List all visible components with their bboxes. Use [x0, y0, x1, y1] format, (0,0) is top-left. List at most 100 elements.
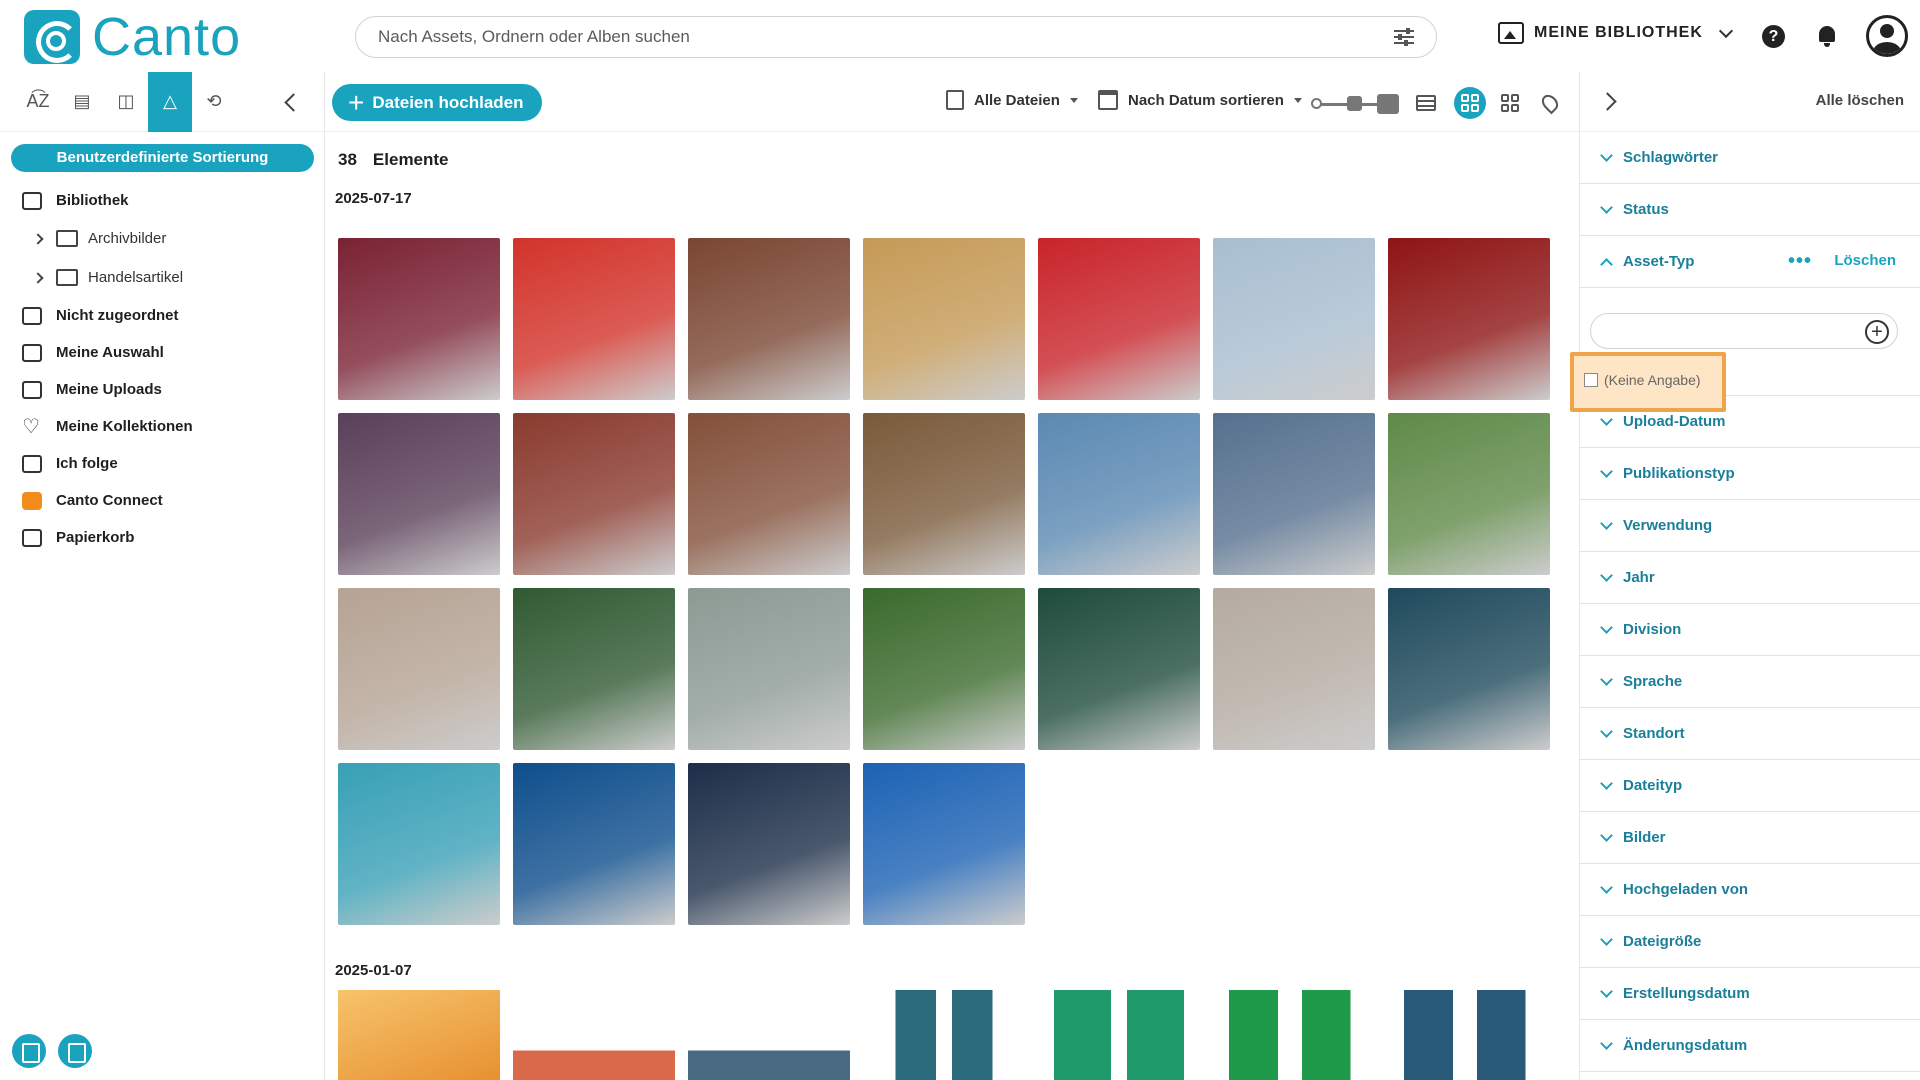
asset-thumbnail[interactable] [863, 413, 1025, 575]
filter-item[interactable]: Bilder [1580, 812, 1920, 864]
grid-view-icon[interactable] [1454, 87, 1486, 119]
filter-item[interactable]: Verwendung [1580, 500, 1920, 552]
library-tree-icon [22, 191, 42, 210]
tab-sync-icon[interactable]: ⟲ [192, 72, 236, 132]
filter-item[interactable]: Hochgeladen von [1580, 864, 1920, 916]
canto-logo[interactable]: Canto [24, 10, 241, 64]
asset-thumbnail[interactable] [338, 588, 500, 750]
filter-asset-type[interactable]: Asset-Typ ••• Löschen [1580, 236, 1920, 288]
asset-thumbnail[interactable] [688, 588, 850, 750]
sidebar-item-following[interactable]: Ich folge [0, 445, 324, 482]
delete-filter-button[interactable]: Löschen [1834, 252, 1896, 269]
asset-thumbnail[interactable] [1213, 413, 1375, 575]
sidebar-item-my-uploads[interactable]: Meine Uploads [0, 371, 324, 408]
list-view-icon[interactable] [1410, 87, 1442, 119]
filter-status[interactable]: Status [1580, 184, 1920, 236]
search-bar[interactable] [355, 16, 1437, 58]
tab-gallery-icon[interactable]: ◫ [104, 72, 148, 132]
masonry-view-icon[interactable] [1494, 87, 1526, 119]
sidebar-item-library[interactable]: Bibliothek [0, 182, 324, 219]
asset-thumbnail[interactable] [863, 763, 1025, 925]
filter-item[interactable]: Jahr [1580, 552, 1920, 604]
asset-thumbnail[interactable] [1213, 238, 1375, 400]
asset-thumbnail[interactable] [688, 763, 850, 925]
sidebar-item-unassigned[interactable]: Nicht zugeordnet [0, 297, 324, 334]
filter-settings-icon[interactable] [1394, 28, 1414, 46]
library-selector[interactable]: MEINE BIBLIOTHEK [1498, 22, 1733, 44]
sidebar-folder-handelsartikel[interactable]: Handelsartikel [0, 258, 324, 297]
clear-all-button[interactable]: Alle löschen [1816, 92, 1904, 109]
sidebar-folder-archivbilder[interactable]: Archivbilder [0, 219, 324, 258]
asset-thumbnail[interactable] [1038, 588, 1200, 750]
collapse-sidebar-icon[interactable] [284, 93, 303, 112]
asset-thumbnail[interactable] [1388, 990, 1550, 1080]
collapse-panel-icon[interactable] [1598, 92, 1617, 111]
asset-thumbnail[interactable] [1038, 413, 1200, 575]
sidebar-item-my-collections[interactable]: ♡ Meine Kollektionen [0, 408, 324, 445]
sidebar-item-canto-connect[interactable]: Canto Connect [0, 482, 324, 519]
filter-keywords[interactable]: Schlagwörter [1580, 132, 1920, 184]
tab-shapes-icon[interactable]: △ [148, 71, 192, 132]
map-pin-icon[interactable] [1534, 87, 1566, 119]
notification-bell-icon[interactable] [1818, 26, 1836, 47]
asset-thumbnail[interactable] [1038, 990, 1200, 1080]
search-input[interactable] [378, 27, 1394, 47]
thumbnail-size-slider[interactable] [1311, 94, 1399, 114]
asset-thumbnail[interactable] [338, 990, 500, 1080]
sidebar-item-trash[interactable]: Papierkorb [0, 519, 324, 556]
asset-thumbnail[interactable] [863, 588, 1025, 750]
filter-item[interactable]: Publikationstyp [1580, 448, 1920, 500]
filter-item[interactable]: Änderungsdatum [1580, 1020, 1920, 1072]
sidebar-item-my-selection[interactable]: Meine Auswahl [0, 334, 324, 371]
filter-item[interactable]: Erstellungsdatum [1580, 968, 1920, 1020]
sort-by-date-dropdown[interactable]: Nach Datum sortieren [1098, 90, 1302, 110]
upload-label: Dateien hochladen [372, 92, 524, 112]
more-options-icon[interactable]: ••• [1788, 250, 1812, 273]
asset-thumbnail[interactable] [513, 763, 675, 925]
option-no-value[interactable]: (Keine Angabe) [1584, 372, 1701, 388]
asset-thumbnail[interactable] [1213, 990, 1375, 1080]
chevron-right-icon[interactable] [32, 232, 44, 245]
asset-thumbnail[interactable] [688, 413, 850, 575]
asset-thumbnail[interactable] [513, 413, 675, 575]
asset-thumbnail[interactable] [1388, 413, 1550, 575]
add-asset-button[interactable] [12, 1034, 46, 1068]
add-folder-button[interactable] [58, 1034, 92, 1068]
asset-type-search[interactable]: + [1590, 313, 1898, 349]
asset-thumbnail[interactable] [688, 238, 850, 400]
heart-icon: ♡ [22, 415, 40, 438]
add-circle-icon[interactable]: + [1865, 320, 1889, 344]
filter-item[interactable]: Sprache [1580, 656, 1920, 708]
asset-thumbnail[interactable] [338, 238, 500, 400]
chevron-down-icon [1600, 776, 1613, 790]
asset-grid-second [338, 990, 1550, 1080]
asset-thumbnail[interactable] [863, 990, 1025, 1080]
asset-thumbnail[interactable] [1388, 238, 1550, 400]
sidebar-item-label: Ich folge [56, 455, 118, 472]
asset-thumbnail[interactable] [863, 238, 1025, 400]
left-sidebar: A͡Z ▤ ◫ △ ⟲ Benutzerdefinierte Sortierun… [0, 71, 325, 1080]
asset-thumbnail[interactable] [513, 588, 675, 750]
filter-item[interactable]: Division [1580, 604, 1920, 656]
tab-calendar-icon[interactable]: ▤ [60, 72, 104, 132]
asset-thumbnail[interactable] [688, 990, 850, 1080]
asset-thumbnail[interactable] [513, 238, 675, 400]
filter-item[interactable]: Dateigröße [1580, 916, 1920, 968]
asset-thumbnail[interactable] [513, 990, 675, 1080]
asset-thumbnail[interactable] [338, 763, 500, 925]
tab-alphabetical-icon[interactable]: A͡Z [16, 72, 60, 132]
asset-thumbnail[interactable] [1388, 588, 1550, 750]
help-icon[interactable]: ? [1762, 25, 1785, 48]
asset-thumbnail[interactable] [1038, 238, 1200, 400]
user-avatar[interactable] [1866, 15, 1908, 57]
upload-files-button[interactable]: + Dateien hochladen [332, 84, 542, 121]
checkbox[interactable] [1584, 373, 1598, 387]
custom-sort-button[interactable]: Benutzerdefinierte Sortierung [11, 144, 314, 172]
all-files-dropdown[interactable]: Alle Dateien [946, 90, 1078, 110]
chevron-right-icon[interactable] [32, 271, 44, 284]
asset-thumbnail[interactable] [338, 413, 500, 575]
filter-item[interactable]: Standort [1580, 708, 1920, 760]
filter-item[interactable]: Upload-Datum [1580, 396, 1920, 448]
asset-thumbnail[interactable] [1213, 588, 1375, 750]
filter-item[interactable]: Dateityp [1580, 760, 1920, 812]
